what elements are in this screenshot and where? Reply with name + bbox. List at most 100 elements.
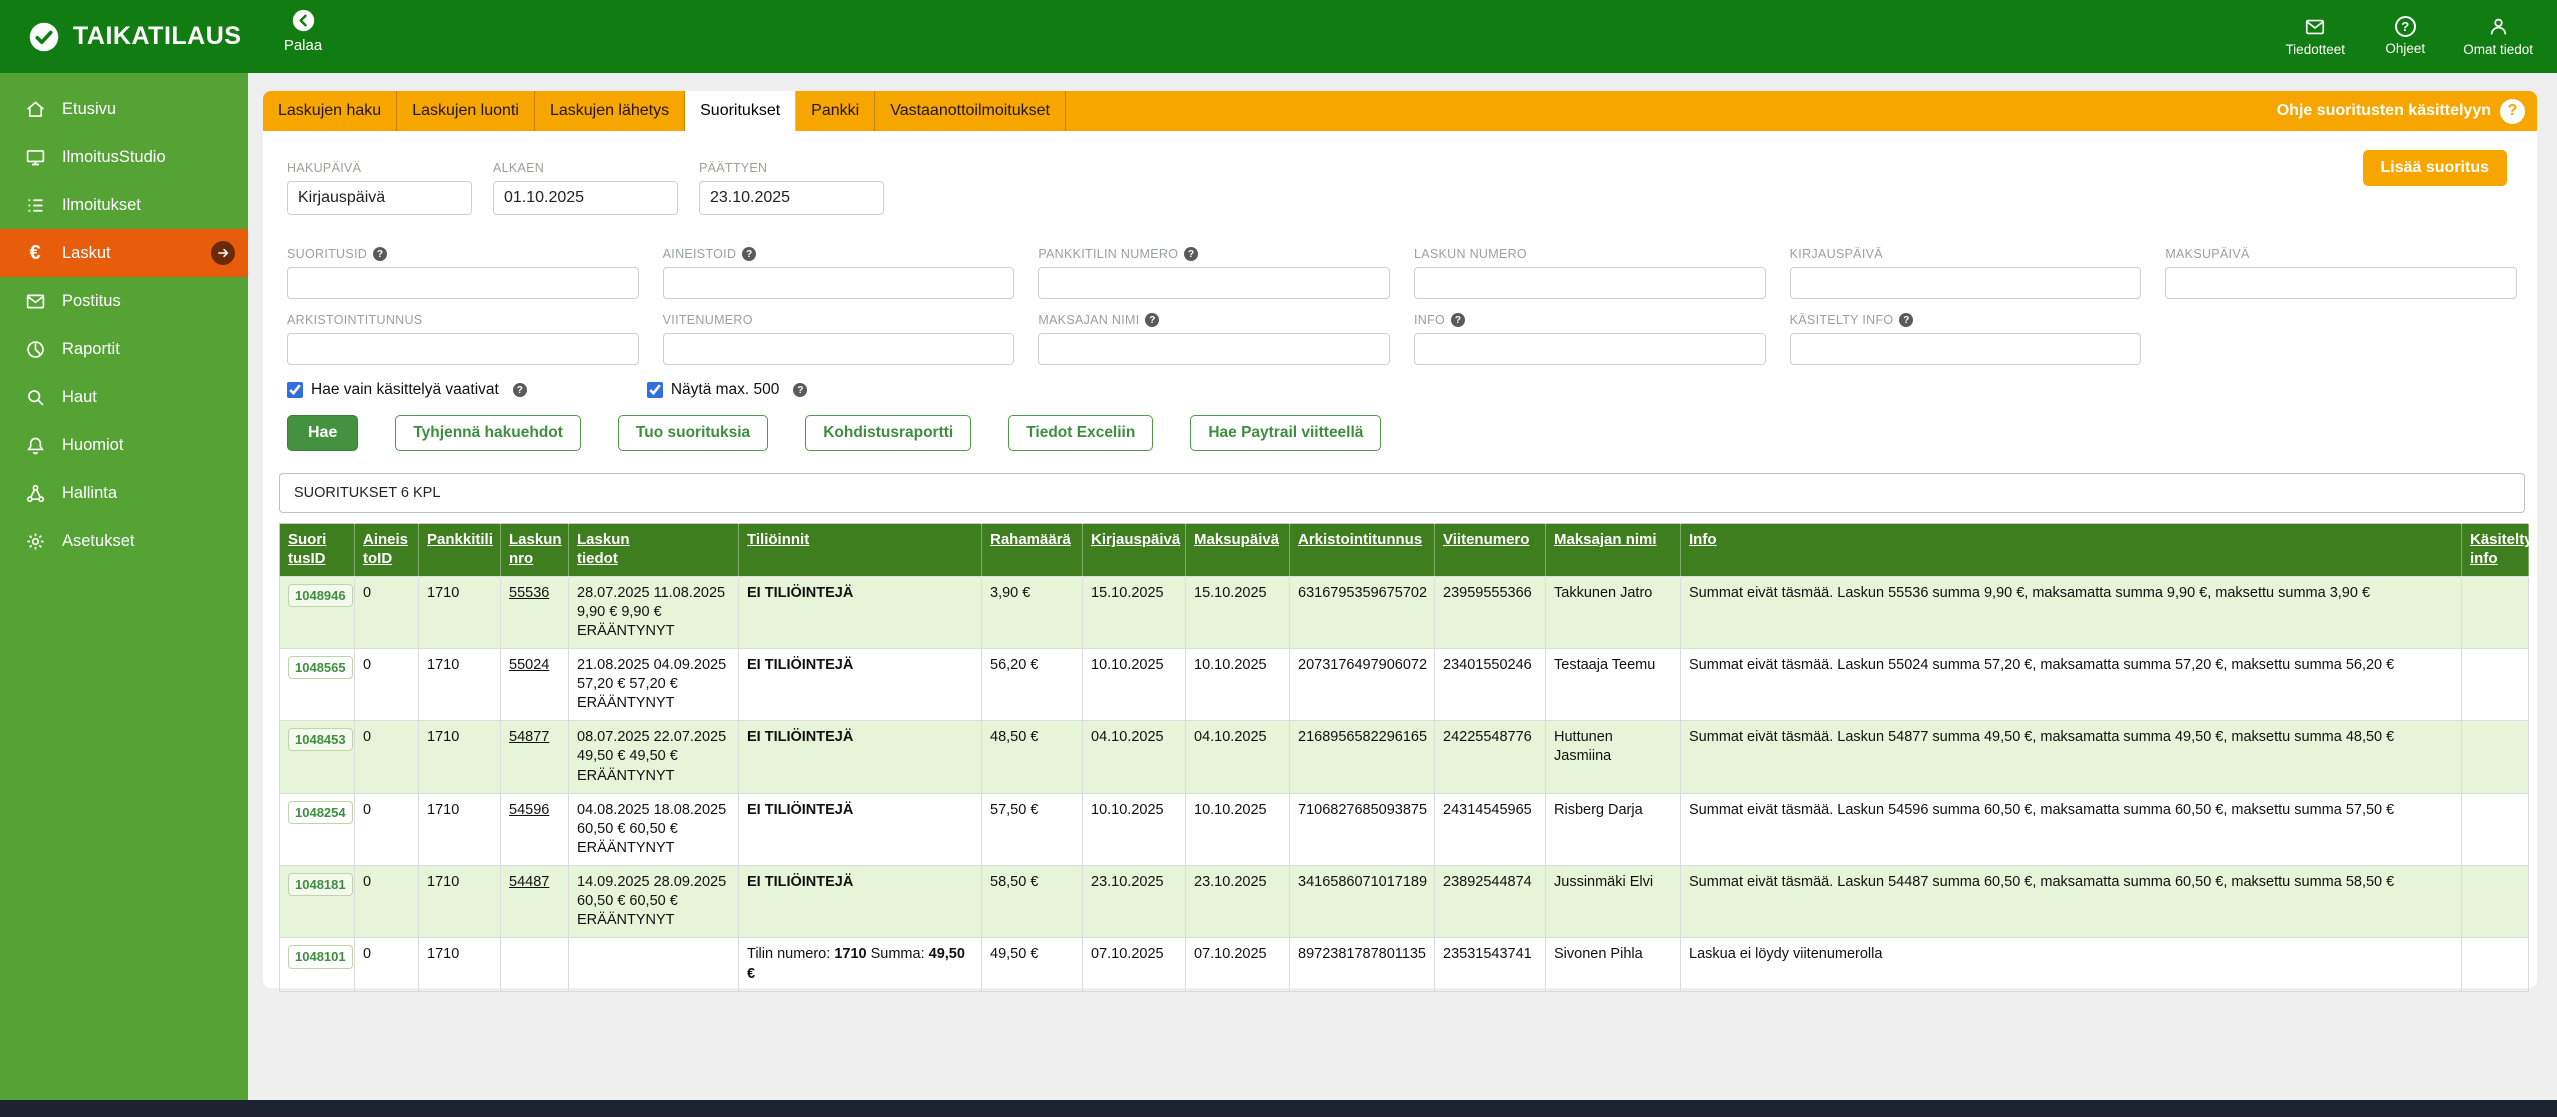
sidebar: Etusivu IlmoitusStudio Ilmoitukset € Las… bbox=[0, 73, 248, 1100]
sidebar-item-asetukset[interactable]: Asetukset bbox=[0, 517, 248, 565]
tab-suoritukset[interactable]: Suoritukset bbox=[685, 91, 796, 131]
sort-link-info[interactable]: Info bbox=[1689, 531, 1717, 548]
suoritus-id-link[interactable]: 1048181 bbox=[288, 873, 353, 896]
info-icon[interactable]: ? bbox=[1145, 313, 1159, 327]
topbar-item-ohjeet[interactable]: ? Ohjeet bbox=[2373, 16, 2437, 57]
main-content: Laskujen hakuLaskujen luontiLaskujen läh… bbox=[248, 73, 2557, 1100]
suoritus-id-link[interactable]: 1048946 bbox=[288, 584, 353, 607]
sort-link-viitenumero[interactable]: Viitenumero bbox=[1443, 531, 1529, 548]
tiedot-exceliin-button[interactable]: Tiedot Exceliin bbox=[1008, 415, 1153, 451]
laskun-nro-link[interactable]: 54487 bbox=[509, 874, 549, 890]
info-icon[interactable]: ? bbox=[742, 247, 756, 261]
laskun-nro-link[interactable]: 54596 bbox=[509, 802, 549, 818]
tuo-suorituksia-button[interactable]: Tuo suorituksia bbox=[618, 415, 768, 451]
sidebar-item-label: IlmoitusStudio bbox=[62, 148, 166, 167]
laskun-numero-input[interactable] bbox=[1414, 267, 1766, 299]
sort-link-suoritus-id[interactable]: SuoritusID bbox=[288, 531, 326, 567]
topbar-right: Tiedotteet ? Ohjeet Omat tiedot bbox=[2283, 16, 2533, 57]
cell-suoritus-id: 1048453 bbox=[280, 721, 355, 793]
tab-pankki[interactable]: Pankki bbox=[796, 91, 875, 131]
kasitelty-info-input[interactable] bbox=[1790, 333, 2142, 365]
suoritus-id-link[interactable]: 1048453 bbox=[288, 728, 353, 751]
sidebar-item-postitus[interactable]: Postitus bbox=[0, 277, 248, 325]
tilioinnit-text: EI TILIÖINTEJÄ bbox=[747, 802, 853, 818]
back-button[interactable]: Palaa bbox=[268, 7, 338, 54]
checkbox-hae-vain-kasittelya-vaativat[interactable]: Hae vain käsittelyä vaativat? bbox=[287, 381, 527, 399]
info-icon[interactable]: ? bbox=[373, 247, 387, 261]
pankkitilin-numero-input[interactable] bbox=[1038, 267, 1390, 299]
suoritus-id-link[interactable]: 1048101 bbox=[288, 945, 353, 968]
info-icon[interactable]: ? bbox=[1451, 313, 1465, 327]
column-header-maksupaiva: Maksupäivä bbox=[1186, 524, 1290, 577]
filter-row-2: SUORITUSID?AINEISTOID?PANKKITILIN NUMERO… bbox=[287, 247, 2517, 299]
sort-link-aineisto-id[interactable]: AineistoID bbox=[363, 531, 408, 567]
laskun-nro-link[interactable]: 55024 bbox=[509, 657, 549, 673]
app-logo: TAIKATILAUS bbox=[26, 19, 241, 55]
sidebar-item-ilmoitusstudio[interactable]: IlmoitusStudio bbox=[0, 133, 248, 181]
filter-field-pankkitilin-numero: PANKKITILIN NUMERO? bbox=[1038, 247, 1390, 299]
cell-viitenumero: 24225548776 bbox=[1435, 721, 1546, 793]
sidebar-item-laskut[interactable]: € Laskut bbox=[0, 229, 248, 277]
info-icon[interactable]: ? bbox=[1184, 247, 1198, 261]
cell-tilioinnit: EI TILIÖINTEJÄ bbox=[739, 721, 982, 793]
viitenumero-input[interactable] bbox=[663, 333, 1015, 365]
hae-paytrail-viitteella-button[interactable]: Hae Paytrail viitteellä bbox=[1190, 415, 1381, 451]
maksajan-nimi-input[interactable] bbox=[1038, 333, 1390, 365]
sort-link-laskun-tiedot[interactable]: Laskuntiedot bbox=[577, 531, 630, 567]
filter-field-alkaen: ALKAEN bbox=[493, 161, 678, 215]
info-input[interactable] bbox=[1414, 333, 1766, 365]
sort-link-arkistointitunnus[interactable]: Arkistointitunnus bbox=[1298, 531, 1422, 548]
checkbox-input[interactable] bbox=[647, 382, 663, 398]
sort-link-rahamaara[interactable]: Rahamäärä bbox=[990, 531, 1071, 548]
cell-suoritus-id: 1048181 bbox=[280, 866, 355, 938]
kirjauspaiva-input[interactable] bbox=[1790, 267, 2142, 299]
suoritus-id-link[interactable]: 1048254 bbox=[288, 801, 353, 824]
alkaen-input[interactable] bbox=[493, 181, 678, 215]
search-button[interactable]: Hae bbox=[287, 415, 358, 451]
help-link[interactable]: Ohje suoritusten käsittelyyn ? bbox=[2277, 91, 2537, 131]
laskun-nro-link[interactable]: 55536 bbox=[509, 585, 549, 601]
info-icon[interactable]: ? bbox=[1899, 313, 1913, 327]
tab-laskujen-luonti[interactable]: Laskujen luonti bbox=[397, 91, 535, 131]
kohdistusraportti-button[interactable]: Kohdistusraportti bbox=[805, 415, 971, 451]
paattyen-input[interactable] bbox=[699, 181, 884, 215]
suoritus-id-link[interactable]: 1048565 bbox=[288, 656, 353, 679]
maksupaiva-input[interactable] bbox=[2165, 267, 2517, 299]
tab-laskujen-lahetys[interactable]: Laskujen lähetys bbox=[535, 91, 685, 131]
sort-link-tilioinnit[interactable]: Tiliöinnit bbox=[747, 531, 809, 548]
cell-maksupaiva: 07.10.2025 bbox=[1186, 938, 1290, 991]
list-icon bbox=[24, 195, 46, 216]
cell-maksupaiva: 10.10.2025 bbox=[1186, 793, 1290, 865]
hakupaiva-input[interactable] bbox=[287, 181, 472, 215]
info-icon[interactable]: ? bbox=[513, 383, 527, 397]
aineistoid-input[interactable] bbox=[663, 267, 1015, 299]
sort-link-pankkitili[interactable]: Pankkitili bbox=[427, 531, 493, 548]
tyhjenna-hakuehdot-button[interactable]: Tyhjennä hakuehdot bbox=[395, 415, 581, 451]
topbar-item-omat-tiedot[interactable]: Omat tiedot bbox=[2463, 16, 2533, 57]
column-header-maksajan-nimi: Maksajan nimi bbox=[1546, 524, 1681, 577]
tab-vastaanottoilmoitukset[interactable]: Vastaanottoilmoitukset bbox=[875, 91, 1066, 131]
arkistointitunnus-input[interactable] bbox=[287, 333, 639, 365]
checkbox-nayta-max-500[interactable]: Näytä max. 500? bbox=[647, 381, 808, 399]
add-suoritus-button[interactable]: Lisää suoritus bbox=[2363, 150, 2507, 186]
sidebar-item-ilmoitukset[interactable]: Ilmoitukset bbox=[0, 181, 248, 229]
sidebar-item-hallinta[interactable]: Hallinta bbox=[0, 469, 248, 517]
tab-laskujen-haku[interactable]: Laskujen haku bbox=[263, 91, 397, 131]
sort-link-kasitelty-info[interactable]: Käsitelty info bbox=[2470, 531, 2533, 567]
checkbox-input[interactable] bbox=[287, 382, 303, 398]
sort-link-maksajan-nimi[interactable]: Maksajan nimi bbox=[1554, 531, 1657, 548]
sidebar-item-etusivu[interactable]: Etusivu bbox=[0, 85, 248, 133]
suoritusid-input[interactable] bbox=[287, 267, 639, 299]
sort-link-laskun-nro[interactable]: Laskunnro bbox=[509, 531, 562, 567]
sidebar-item-huomiot[interactable]: Huomiot bbox=[0, 421, 248, 469]
topbar-item-tiedotteet[interactable]: Tiedotteet bbox=[2283, 16, 2347, 57]
sort-link-maksupaiva[interactable]: Maksupäivä bbox=[1194, 531, 1279, 548]
info-icon[interactable]: ? bbox=[793, 383, 807, 397]
sidebar-item-raportit[interactable]: Raportit bbox=[0, 325, 248, 373]
laskun-nro-link[interactable]: 54877 bbox=[509, 729, 549, 745]
sidebar-item-haut[interactable]: Haut bbox=[0, 373, 248, 421]
cell-suoritus-id: 1048101 bbox=[280, 938, 355, 991]
sidebar-item-label: Hallinta bbox=[62, 484, 117, 503]
sort-link-kirjauspaiva[interactable]: Kirjauspäivä bbox=[1091, 531, 1180, 548]
cell-suoritus-id: 1048946 bbox=[280, 576, 355, 648]
